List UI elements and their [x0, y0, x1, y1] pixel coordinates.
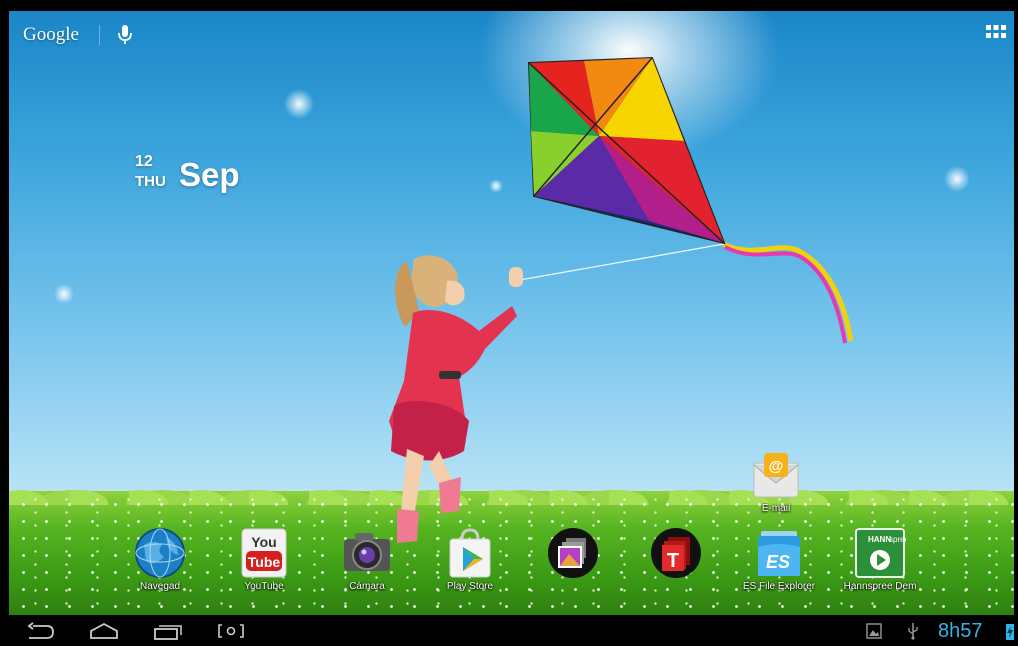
all-apps-grid-icon[interactable]: [986, 25, 1006, 41]
clock-day: 12: [135, 153, 153, 170]
back-icon[interactable]: [25, 622, 55, 640]
app-es-file-explorer[interactable]: ES ES File Explorer: [734, 527, 824, 592]
wallpaper-illustration: [389, 56, 854, 543]
email-icon: @: [753, 453, 799, 498]
clock-month: Sep: [179, 156, 240, 193]
system-navigation-bar: 8h57: [9, 615, 1014, 646]
app-camera[interactable]: Cámara: [322, 527, 412, 592]
app-label: Hannspree Dem: [843, 581, 917, 592]
camera-icon: [344, 533, 390, 571]
es-icon-text: ES: [766, 552, 790, 572]
app-youtube[interactable]: You Tube YouTube: [219, 527, 309, 592]
hannspree-brand2: spree: [889, 535, 906, 544]
hannspree-brand: HANN: [868, 535, 891, 544]
youtube-text-top: You: [251, 534, 276, 550]
screenshot-icon[interactable]: [217, 622, 245, 640]
youtube-text-bottom: Tube: [248, 554, 281, 570]
battery-charging-icon[interactable]: [1006, 622, 1014, 640]
youtube-icon: You Tube: [241, 528, 287, 578]
play-store-icon: [449, 528, 491, 578]
app-hannspree-demo[interactable]: HANN spree Hannspree Dem: [835, 527, 925, 592]
svg-text:@: @: [769, 458, 784, 475]
status-time[interactable]: 8h57: [938, 620, 983, 642]
app-t[interactable]: T: [631, 527, 721, 581]
es-file-explorer-icon: ES: [758, 531, 800, 576]
app-play-store[interactable]: Play Store: [425, 527, 515, 592]
app-gallery[interactable]: [528, 527, 618, 581]
app-label: ES File Explorer: [742, 581, 816, 592]
usb-icon[interactable]: [907, 622, 919, 640]
app-label: Navegad: [139, 581, 181, 592]
home-icon[interactable]: [89, 622, 119, 640]
hannspree-demo-icon: HANN spree: [855, 528, 906, 578]
search-divider: [98, 25, 100, 45]
google-logo[interactable]: Google: [23, 24, 79, 46]
app-email[interactable]: @ E-mail: [731, 449, 821, 514]
t-app-icon: T: [651, 528, 701, 578]
svg-text:T: T: [667, 550, 679, 572]
girl-running: [389, 255, 523, 543]
home-screen: Google 12 THU Sep @ E-mail Navegad You T…: [9, 11, 1014, 615]
kite: [527, 56, 726, 245]
globe-icon: [135, 528, 185, 578]
clock-weekday: THU: [135, 173, 166, 190]
image-notification-icon[interactable]: [866, 623, 882, 639]
google-search-bar[interactable]: Google: [23, 23, 134, 47]
gallery-icon: [548, 528, 598, 578]
app-label: E-mail: [761, 503, 791, 514]
microphone-icon[interactable]: [116, 24, 134, 46]
recent-apps-icon[interactable]: [153, 622, 183, 640]
app-label: Play Store: [446, 581, 494, 592]
app-label: YouTube: [244, 581, 284, 592]
app-label: Cámara: [349, 581, 385, 592]
app-browser[interactable]: Navegad: [115, 527, 205, 592]
